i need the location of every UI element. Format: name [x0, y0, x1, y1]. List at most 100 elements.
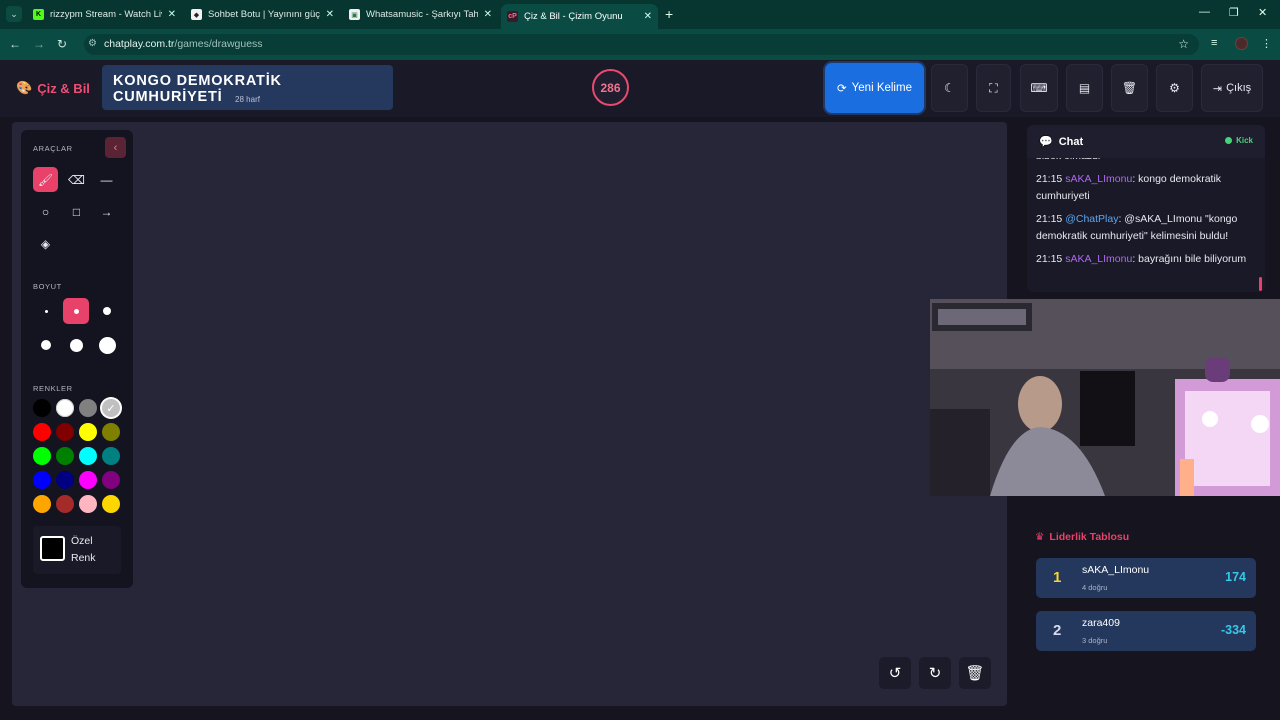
color-swatch[interactable]	[79, 471, 97, 489]
webcam-image	[930, 299, 1280, 496]
close-icon[interactable]: ✕	[644, 11, 652, 22]
app-logo[interactable]: 🎨 Çiz & Bil	[16, 80, 90, 96]
settings-button[interactable]: ⚙	[1156, 64, 1193, 112]
custom-color-preview	[40, 536, 65, 561]
check-icon: ✓	[106, 402, 116, 415]
url-field[interactable]: ⚙ chatplay.com.tr/games/drawguess ☆	[84, 34, 1199, 55]
color-swatch[interactable]	[33, 471, 51, 489]
fullscreen-button[interactable]: ⛶	[976, 64, 1011, 112]
fill-tool[interactable]: ◈	[33, 231, 58, 256]
live-dot-icon	[1225, 137, 1233, 144]
archive-icon: ▤	[1078, 81, 1091, 95]
browser-menu-icon[interactable]: ⋮	[1261, 37, 1272, 50]
size-heading: BOYUT	[33, 282, 62, 291]
word-display: KONGO DEMOKRATİK CUMHURİYETİ 28 harf	[102, 65, 393, 110]
size-option-s[interactable]	[63, 298, 89, 324]
new-tab-icon[interactable]: +	[665, 6, 673, 22]
close-icon[interactable]: ✕	[484, 9, 492, 20]
dark-mode-button[interactable]: ☾	[931, 64, 968, 112]
site-info-icon[interactable]: ⚙	[88, 38, 97, 49]
color-swatch[interactable]	[79, 495, 97, 513]
undo-icon: ↺	[888, 665, 902, 682]
chat-scrollbar[interactable]	[1259, 277, 1262, 291]
leaderboard-rank: 2	[1053, 622, 1062, 639]
refresh-icon: ⟳	[837, 83, 847, 95]
custom-color-label-2: Renk	[71, 552, 96, 564]
color-swatch[interactable]	[33, 423, 51, 441]
color-swatch[interactable]	[56, 471, 74, 489]
drawing-canvas[interactable]	[12, 122, 1007, 706]
rectangle-tool[interactable]: □	[64, 199, 89, 224]
leaderboard-correct-count: 4 doğru	[1082, 583, 1108, 592]
color-swatch[interactable]	[56, 447, 74, 465]
bot-icon: ◆	[191, 9, 202, 20]
size-option-xxl[interactable]	[94, 332, 120, 358]
tab-search-icon[interactable]: ⌄	[6, 6, 22, 22]
custom-color-button[interactable]: Özel Renk	[33, 526, 121, 574]
kick-icon: K	[33, 9, 44, 20]
leaderboard-rank: 1	[1053, 569, 1062, 586]
keyboard-button[interactable]: ⌨	[1020, 64, 1058, 112]
size-option-xl[interactable]	[63, 332, 89, 358]
tool-panel: ARAÇLAR ‹ 🖌 ⌫ — ○ □ → ◈ BOYUT RENKLER ✓ …	[21, 130, 133, 588]
new-word-button[interactable]: ⟳ Yeni Kelime	[825, 63, 924, 113]
color-swatch[interactable]	[102, 447, 120, 465]
size-option-xs[interactable]	[33, 298, 59, 324]
keyboard-icon: ⌨	[1030, 81, 1048, 95]
tab-sohbet-botu[interactable]: ◆ Sohbet Botu | Yayınını güçlendir ✕	[185, 4, 340, 25]
chat-panel: bibok olmazdi 21:15 sAKA_LImonu: kongo d…	[1027, 125, 1265, 292]
color-swatch[interactable]	[56, 423, 74, 441]
color-swatch[interactable]	[79, 399, 97, 417]
line-icon: —	[100, 172, 113, 187]
clear-canvas-button[interactable]: 🗑	[959, 657, 991, 689]
color-swatch[interactable]	[79, 423, 97, 441]
close-icon[interactable]: ✕	[168, 9, 176, 20]
tab-whatsamusic[interactable]: ▣ Whatsamusic - Şarkıyı Tahmin Et ✕	[343, 4, 498, 25]
line-tool[interactable]: —	[94, 167, 119, 192]
eraser-tool[interactable]: ⌫	[64, 167, 89, 192]
close-icon[interactable]: ✕	[326, 9, 334, 20]
circle-icon: ○	[41, 204, 50, 219]
color-swatch[interactable]	[56, 495, 74, 513]
color-swatch[interactable]	[102, 495, 120, 513]
color-swatch[interactable]	[56, 399, 74, 417]
tab-kick[interactable]: K rizzypm Stream - Watch Live on ✕	[27, 4, 182, 25]
webcam-overlay	[930, 299, 1280, 496]
leaderboard-score: -334	[1220, 623, 1246, 637]
color-swatch[interactable]: ✓	[102, 399, 120, 417]
archive-button[interactable]: ▤	[1066, 64, 1103, 112]
minimize-icon[interactable]: —	[1199, 6, 1210, 18]
size-option-l[interactable]	[33, 332, 59, 358]
color-swatch[interactable]	[102, 423, 120, 441]
undo-button[interactable]: ↺	[879, 657, 911, 689]
clear-button[interactable]: 🗑	[1111, 64, 1148, 112]
size-option-m[interactable]	[94, 298, 120, 324]
collapse-panel-button[interactable]: ‹	[105, 137, 126, 158]
circle-tool[interactable]: ○	[33, 199, 58, 224]
brush-icon: 🖌	[37, 172, 54, 187]
brush-tool[interactable]: 🖌	[33, 167, 58, 192]
window-close-icon[interactable]: ✕	[1258, 6, 1267, 19]
profile-avatar[interactable]	[1235, 37, 1248, 50]
color-swatch[interactable]	[33, 399, 51, 417]
reload-icon[interactable]: ↻	[57, 37, 67, 51]
extensions-icon[interactable]: ≡	[1211, 37, 1217, 49]
color-swatch[interactable]	[102, 471, 120, 489]
trash-icon: 🗑	[1121, 81, 1138, 95]
color-swatch[interactable]	[33, 495, 51, 513]
trash-icon: 🗑	[965, 665, 985, 682]
color-swatch[interactable]	[33, 447, 51, 465]
leaderboard-correct-count: 3 doğru	[1082, 636, 1108, 645]
restore-icon[interactable]: ❐	[1229, 6, 1239, 19]
redo-button[interactable]: ↻	[919, 657, 951, 689]
exit-button[interactable]: ⇥ Çıkış	[1201, 64, 1263, 112]
palette-icon: 🎨	[16, 80, 33, 95]
tab-ciz-bil[interactable]: cP Çiz & Bil - Çizim Oyunu ✕	[501, 4, 658, 29]
browser-tab-bar: ⌄ K rizzypm Stream - Watch Live on ✕ ◆ S…	[0, 0, 1280, 29]
arrow-tool[interactable]: →	[94, 199, 119, 224]
bookmark-star-icon[interactable]: ☆	[1178, 37, 1189, 51]
back-icon[interactable]: ←	[9, 37, 21, 51]
color-swatch[interactable]	[79, 447, 97, 465]
forward-icon[interactable]: →	[33, 37, 45, 51]
round-timer: 286	[592, 69, 629, 106]
